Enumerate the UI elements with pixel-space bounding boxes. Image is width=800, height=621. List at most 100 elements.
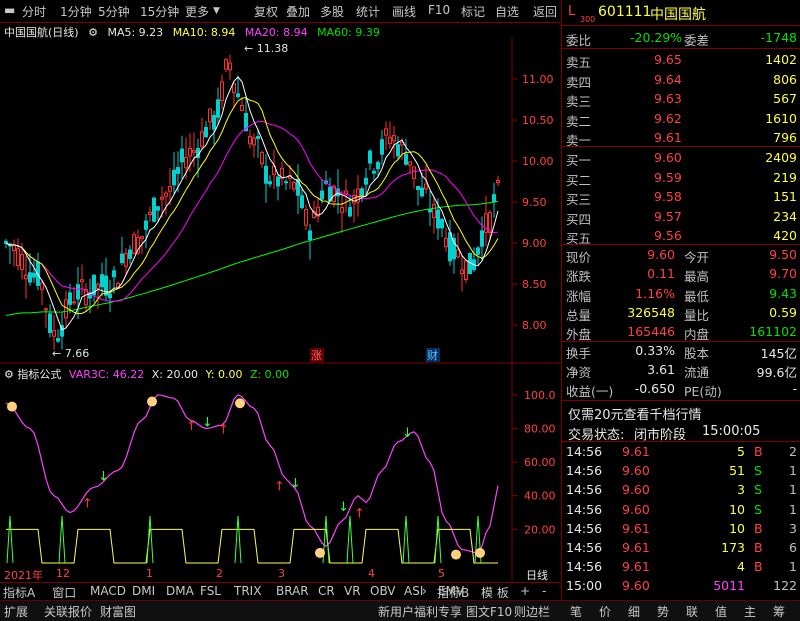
market-sub: 300	[580, 15, 596, 24]
tongji-button[interactable]: 统计	[356, 3, 380, 20]
stat-value: 3.61	[647, 362, 675, 377]
tab-15min[interactable]: 15分钟	[140, 3, 179, 20]
sidebar-button[interactable]: 则边栏	[514, 603, 550, 620]
marker-cai[interactable]: 财	[427, 348, 438, 362]
candle-body	[192, 150, 196, 153]
status-bar: 扩展 关联报价 财富图 新用户福利专享 图文F10 则边栏 笔价细势联值主筹	[0, 600, 800, 621]
tuwen-f10-button[interactable]: 图文F10	[466, 603, 512, 620]
ask-label: 卖五	[566, 55, 592, 70]
settings-icon[interactable]: ⚙	[4, 368, 14, 381]
stat-value: -	[792, 381, 797, 396]
candle-body	[24, 274, 28, 280]
plus-icon[interactable]: +	[520, 584, 530, 598]
indicator-tab[interactable]: CR	[318, 584, 335, 598]
tick-row: 14:56 9.61 173 B 6	[562, 538, 800, 558]
weibi-label: 委比	[566, 33, 592, 48]
tick-direction: B	[754, 540, 763, 555]
candle-body	[416, 185, 420, 191]
candle-body	[264, 165, 268, 184]
tab-scroll-icon[interactable]: ›	[422, 584, 427, 598]
indicator-tab[interactable]: FSL	[200, 584, 221, 598]
tab-5min[interactable]: 5分钟	[98, 3, 130, 20]
panel-tab[interactable]: 势	[657, 603, 669, 620]
candle-body	[40, 282, 44, 290]
indicator-tab[interactable]: 窗口	[52, 584, 76, 601]
candle-body	[420, 187, 424, 197]
panel-tab[interactable]: 笔	[570, 603, 582, 620]
candle-body	[240, 104, 244, 112]
arrow-up-icon: ↑	[354, 507, 365, 522]
zixuan-button[interactable]: 自选	[495, 3, 519, 20]
tick-time: 14:56	[566, 501, 603, 517]
tab-fenshi[interactable]: 分时	[22, 3, 46, 20]
tick-price: 9.61	[622, 540, 650, 555]
new-user-promo[interactable]: 新用户福利专享	[378, 603, 462, 620]
candle-body	[412, 166, 416, 180]
indicator-tab[interactable]: DMA	[166, 584, 194, 598]
tab-1min[interactable]: 1分钟	[60, 3, 92, 20]
stat-label: 最低	[684, 288, 710, 304]
stat-label: 总量	[566, 307, 592, 323]
biaoji-button[interactable]: 标记	[461, 3, 485, 20]
tab-indicator-b[interactable]: 指标B	[437, 584, 469, 601]
huaxian-button[interactable]: 画线	[392, 3, 416, 20]
promo-row[interactable]: 仅需20元查看千档行情	[562, 402, 800, 423]
period-label[interactable]: 日线	[526, 567, 548, 583]
bid-price: 9.56	[654, 228, 682, 243]
candle-body	[56, 338, 60, 342]
panel-tab[interactable]: 值	[715, 603, 727, 620]
minus-icon[interactable]: -	[542, 584, 546, 598]
ask-price: 9.63	[654, 91, 682, 106]
candle-body	[268, 181, 272, 185]
indicator-tab[interactable]: VR	[344, 584, 361, 598]
candle-body	[396, 144, 400, 157]
tick-time: 15:00	[566, 578, 603, 594]
candle-body	[384, 128, 388, 136]
tab-more[interactable]: 更多	[185, 3, 209, 20]
guanlian-baojia-button[interactable]: 关联报价	[44, 603, 92, 620]
tick-row: 14:56 9.61 5 B 2	[562, 442, 800, 462]
tab-template[interactable]: 模 板	[481, 584, 509, 601]
panel-tab[interactable]: 筹	[773, 603, 785, 620]
diejia-button[interactable]: 叠加	[286, 3, 310, 20]
candle-body	[216, 99, 220, 118]
bid-volume: 219	[773, 169, 797, 185]
candle-body	[48, 313, 52, 333]
panel-tab[interactable]: 主	[744, 603, 756, 620]
panel-tab[interactable]: 联	[686, 603, 698, 620]
y-label: Y: 0.00	[205, 368, 243, 381]
promo-text[interactable]: 仅需20元查看千档行情	[568, 404, 702, 423]
f10-button[interactable]: F10	[428, 3, 450, 17]
caifutu-button[interactable]: 财富图	[100, 603, 136, 620]
ask-row: 卖二 9.62 1610	[562, 109, 800, 129]
arrow-up-icon: ↑	[82, 496, 93, 511]
tick-row: 14:56 9.60 10 S 1	[562, 500, 800, 520]
indicator-tab[interactable]: OBV	[370, 584, 396, 598]
z-spike	[6, 515, 14, 564]
stat-label: 最高	[684, 269, 710, 285]
ask-row: 卖三 9.63 567	[562, 89, 800, 109]
indicator-tab[interactable]: TRIX	[234, 584, 261, 598]
indicator-tab[interactable]: DMI	[132, 584, 155, 598]
indicator-tab[interactable]: 指标A	[3, 584, 35, 601]
candle-body	[308, 230, 312, 241]
chevron-down-icon[interactable]: ▼	[213, 6, 220, 16]
indicator-tab[interactable]: MACD	[90, 584, 126, 598]
duogu-button[interactable]: 多股	[320, 3, 344, 20]
z-spike	[146, 515, 154, 564]
minus-icon[interactable]: ▬	[4, 3, 15, 17]
kuozhan-button[interactable]: 扩展	[4, 603, 28, 620]
fuquan-button[interactable]: 复权	[254, 3, 278, 20]
stat-value: 0.11	[647, 266, 675, 282]
ask-label: 卖二	[566, 113, 592, 129]
chart-area[interactable]: 11.00 10.50 10.00 9.50 9.00 8.50 8.00 ← 11.38 ← …	[0, 38, 561, 581]
tick-volume: 10	[729, 520, 745, 536]
fanhui-button[interactable]: 返回	[533, 3, 557, 20]
marker-zhang[interactable]: 涨	[311, 349, 322, 362]
panel-tab[interactable]: 细	[628, 603, 640, 620]
candle-body	[76, 284, 80, 300]
panel-tab[interactable]: 价	[599, 603, 611, 620]
indicator-tab[interactable]: ASI	[404, 584, 423, 598]
candle-body	[128, 249, 132, 259]
indicator-tab[interactable]: BRAR	[276, 584, 309, 598]
